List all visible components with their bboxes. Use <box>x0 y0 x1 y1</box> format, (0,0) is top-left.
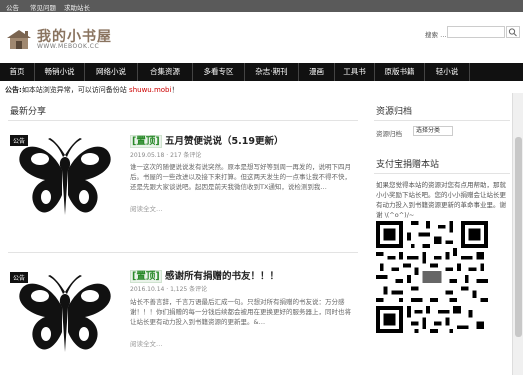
donate-heading: 支付宝捐赠本站 <box>376 160 440 170</box>
post-meta: 2016.10.14 · 1,125 条评论 <box>130 286 208 293</box>
post-excerpt: 站长不善言辞，千言万语最后汇成一句。只想对所有捐赠的书友说：万分感谢！！！你们捐… <box>130 298 351 326</box>
post-title[interactable]: [置顶] 五月赞便说说（5.19更新） <box>130 133 283 148</box>
post-meta: 2019.05.18 · 217 条评论 <box>130 152 202 159</box>
search-input[interactable] <box>447 26 505 38</box>
butterfly-image <box>19 138 111 215</box>
post-thumbnail[interactable]: 公告 <box>10 272 120 372</box>
main-nav: 首页 畅销小说 网络小说 合集资源 多看专区 杂志·期刊 漫画 工具书 原版书籍… <box>0 63 523 81</box>
read-more-link[interactable]: 阅读全文… <box>130 338 163 348</box>
scrollbar-thumb[interactable] <box>515 137 522 337</box>
nav-item-reference[interactable]: 工具书 <box>335 63 375 81</box>
topbar-link-faq[interactable]: 常见问题 <box>30 2 56 12</box>
nav-item-comics[interactable]: 漫画 <box>299 63 335 81</box>
section-divider <box>8 120 358 121</box>
post-category-tag[interactable]: 公告 <box>10 135 29 146</box>
archive-category-select[interactable]: 选择分类 <box>413 126 453 136</box>
search-button[interactable] <box>506 26 520 38</box>
nav-item-original[interactable]: 原版书籍 <box>375 63 425 81</box>
page-scrollbar[interactable] <box>512 93 523 375</box>
house-logo-icon[interactable] <box>5 28 33 50</box>
nav-item-light-novel[interactable]: 轻小说 <box>425 63 470 81</box>
alipay-qr-code <box>376 221 488 333</box>
topbar-link-notice[interactable]: 公告 <box>6 2 19 12</box>
topbar-link-help[interactable]: 求助站长 <box>64 2 90 12</box>
site-logo-subtitle: WWW.MEBOOK.CC <box>37 43 100 50</box>
donate-description: 如果您觉得本站的资源对您有点用帮助，那就小小奖励下站长吧。您的小小捐赠会让站长更… <box>376 181 506 219</box>
notice-bar: 公告:如本站浏览异常，可以访问备份站 shuwu.mobi！ <box>5 85 178 95</box>
post-category-tag[interactable]: 公告 <box>10 272 29 283</box>
sidebar-divider <box>374 173 510 174</box>
latest-shares-heading: 最新分享 <box>10 107 47 117</box>
notice-text: 如本站浏览异常，可以访问备份站 <box>21 86 130 94</box>
sticky-badge: [置顶] <box>130 135 162 148</box>
read-more-link[interactable]: 阅读全文… <box>130 203 163 213</box>
sidebar-divider <box>374 120 510 121</box>
top-bar: 公告 常见问题 求助站长 <box>0 0 523 12</box>
post-excerpt: 谁一这次的随便说说发有说突然。原本是想写好等到周一再发的，说明下四月后。书屋的一… <box>130 163 351 191</box>
butterfly-image <box>19 275 111 352</box>
post-divider <box>8 252 358 253</box>
notice-backup-link[interactable]: shuwu.mobi <box>129 86 171 94</box>
nav-item-magazine[interactable]: 杂志·期刊 <box>245 63 299 81</box>
post-thumbnail[interactable]: 公告 <box>10 135 120 235</box>
post-title-text[interactable]: 感谢所有捐赠的书友！！！ <box>165 271 279 282</box>
nav-item-home[interactable]: 首页 <box>0 63 35 81</box>
site-header: 我的小书屋 WWW.MEBOOK.CC 搜索 … <box>0 12 523 63</box>
search-icon <box>508 28 517 37</box>
sticky-badge: [置顶] <box>130 270 162 283</box>
post-title-text[interactable]: 五月赞便说说（5.19更新） <box>165 136 283 147</box>
nav-item-duokan[interactable]: 多看专区 <box>193 63 245 81</box>
nav-item-bestseller[interactable]: 畅销小说 <box>35 63 85 81</box>
post-title[interactable]: [置顶] 感谢所有捐赠的书友！！！ <box>130 268 279 283</box>
search-label: 搜索 … <box>425 31 447 39</box>
nav-item-web-novel[interactable]: 网络小说 <box>85 63 138 81</box>
archive-heading: 资源归档 <box>376 107 413 117</box>
archive-label: 资源归档 <box>376 130 402 138</box>
notice-prefix: 公告: <box>5 86 22 94</box>
notice-suffix: ！ <box>171 86 179 94</box>
nav-item-collections[interactable]: 合集资源 <box>138 63 193 81</box>
